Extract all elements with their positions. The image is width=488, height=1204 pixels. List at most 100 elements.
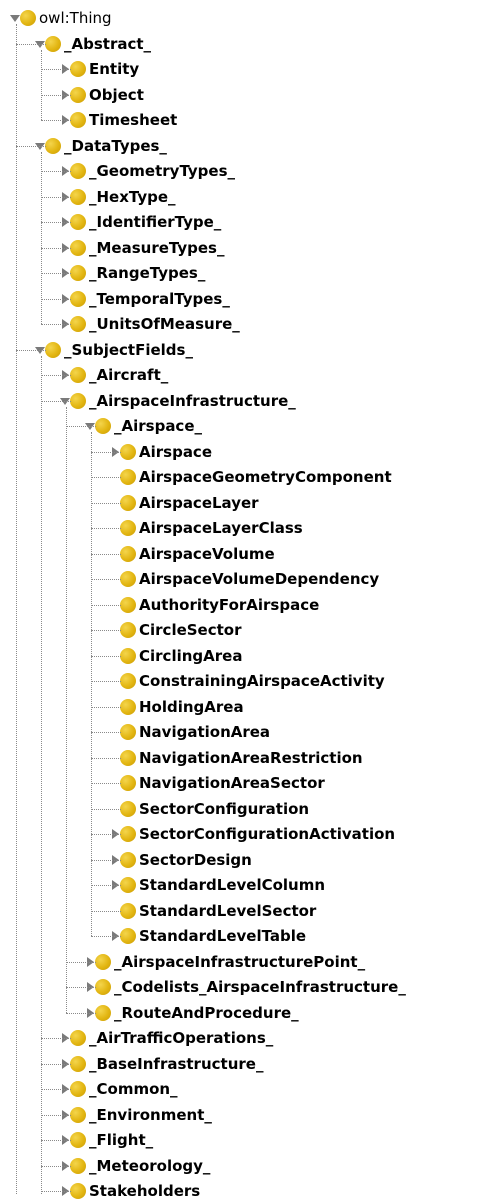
tree-node[interactable]: Timesheet	[0, 108, 488, 133]
tree-node[interactable]: NavigationArea	[0, 720, 488, 745]
tree-node[interactable]: _Common_	[0, 1077, 488, 1102]
tree-node-label[interactable]: SectorConfigurationActivation	[139, 822, 395, 847]
tree-node-label[interactable]: _Abstract_	[64, 32, 151, 57]
tree-node-label[interactable]: SectorConfiguration	[139, 797, 309, 822]
tree-node[interactable]: Object	[0, 83, 488, 108]
tree-node-label[interactable]: CircleSector	[139, 618, 242, 643]
tree-node-label[interactable]: _Aircraft_	[89, 363, 168, 388]
tree-node[interactable]: AirspaceGeometryComponent	[0, 465, 488, 490]
tree-node-label[interactable]: ConstrainingAirspaceActivity	[139, 669, 385, 694]
tree-node[interactable]: _UnitsOfMeasure_	[0, 312, 488, 337]
expand-triangle-down-icon[interactable]	[10, 15, 20, 22]
tree-node-label[interactable]: _TemporalTypes_	[89, 287, 230, 312]
tree-node[interactable]: _Abstract_	[0, 32, 488, 57]
tree-node[interactable]: NavigationAreaSector	[0, 771, 488, 796]
tree-connector	[16, 349, 46, 351]
tree-connector	[91, 502, 121, 504]
tree-node-label[interactable]: HoldingArea	[139, 695, 244, 720]
tree-node[interactable]: owl:Thing	[0, 6, 488, 31]
tree-node-label[interactable]: Entity	[89, 57, 139, 82]
tree-node[interactable]: Stakeholders	[0, 1179, 488, 1204]
tree-node[interactable]: StandardLevelColumn	[0, 873, 488, 898]
tree-node-label[interactable]: CirclingArea	[139, 644, 242, 669]
tree-node[interactable]: AuthorityForAirspace	[0, 593, 488, 618]
tree-node[interactable]: AirspaceVolume	[0, 542, 488, 567]
tree-node[interactable]: ConstrainingAirspaceActivity	[0, 669, 488, 694]
tree-node[interactable]: _AirspaceInfrastructure_	[0, 389, 488, 414]
tree-node[interactable]: _GeometryTypes_	[0, 159, 488, 184]
tree-node-label[interactable]: _BaseInfrastructure_	[89, 1052, 263, 1077]
tree-node-label[interactable]: _AirspaceInfrastructure_	[89, 389, 296, 414]
tree-node[interactable]: AirspaceLayerClass	[0, 516, 488, 541]
tree-node[interactable]: Entity	[0, 57, 488, 82]
tree-node[interactable]: _Environment_	[0, 1103, 488, 1128]
tree-node-label[interactable]: _IdentifierType_	[89, 210, 221, 235]
tree-node[interactable]: _SubjectFields_	[0, 338, 488, 363]
tree-node-label[interactable]: AirspaceGeometryComponent	[139, 465, 392, 490]
class-circle-icon	[70, 392, 86, 409]
tree-connector	[41, 151, 42, 324]
tree-node-label[interactable]: SectorDesign	[139, 848, 252, 873]
tree-node-label[interactable]: owl:Thing	[39, 6, 112, 31]
tree-node[interactable]: CirclingArea	[0, 644, 488, 669]
tree-node-label[interactable]: Timesheet	[89, 108, 177, 133]
tree-node[interactable]: SectorConfiguration	[0, 797, 488, 822]
tree-node[interactable]: Airspace	[0, 440, 488, 465]
tree-node[interactable]: SectorDesign	[0, 848, 488, 873]
tree-node-label[interactable]: _Codelists_AirspaceInfrastructure_	[114, 975, 406, 1000]
tree-node-label[interactable]: AuthorityForAirspace	[139, 593, 319, 618]
tree-node-label[interactable]: _Common_	[89, 1077, 178, 1102]
tree-node[interactable]: SectorConfigurationActivation	[0, 822, 488, 847]
tree-node-label[interactable]: _Meteorology_	[89, 1154, 210, 1179]
tree-node[interactable]: _IdentifierType_	[0, 210, 488, 235]
class-circle-icon	[70, 1081, 86, 1097]
tree-node[interactable]: _AirTrafficOperations_	[0, 1026, 488, 1051]
tree-node-label[interactable]: StandardLevelColumn	[139, 873, 325, 898]
tree-node-label[interactable]: _MeasureTypes_	[89, 236, 224, 261]
tree-node[interactable]: _DataTypes_	[0, 134, 488, 159]
tree-node[interactable]: HoldingArea	[0, 695, 488, 720]
tree-node-label[interactable]: AirspaceLayer	[139, 491, 259, 516]
tree-node-label[interactable]: NavigationArea	[139, 720, 270, 745]
tree-node-label[interactable]: _Environment_	[89, 1103, 212, 1128]
tree-node-label[interactable]: _Airspace_	[114, 414, 202, 439]
tree-node-label[interactable]: AirspaceVolumeDependency	[139, 567, 379, 592]
tree-node-label[interactable]: _SubjectFields_	[64, 338, 193, 363]
tree-node[interactable]: StandardLevelSector	[0, 899, 488, 924]
tree-node-label[interactable]: Airspace	[139, 440, 212, 465]
tree-node-label[interactable]: _Flight_	[89, 1128, 153, 1153]
tree-node-label[interactable]: _HexType_	[89, 185, 176, 210]
tree-node-label[interactable]: Object	[89, 83, 144, 108]
tree-node[interactable]: _MeasureTypes_	[0, 236, 488, 261]
tree-node[interactable]: _Flight_	[0, 1128, 488, 1153]
tree-node-label[interactable]: StandardLevelTable	[139, 924, 306, 949]
tree-node-label[interactable]: _GeometryTypes_	[89, 159, 235, 184]
tree-node[interactable]: _HexType_	[0, 185, 488, 210]
tree-node-label[interactable]: NavigationAreaRestriction	[139, 746, 363, 771]
tree-node-label[interactable]: _AirTrafficOperations_	[89, 1026, 273, 1051]
tree-node[interactable]: _BaseInfrastructure_	[0, 1052, 488, 1077]
tree-node-label[interactable]: _DataTypes_	[64, 134, 167, 159]
tree-node-label[interactable]: StandardLevelSector	[139, 899, 316, 924]
tree-node-label[interactable]: AirspaceLayerClass	[139, 516, 303, 541]
tree-node[interactable]: NavigationAreaRestriction	[0, 746, 488, 771]
class-circle-icon	[120, 494, 136, 511]
tree-node-label[interactable]: _RouteAndProcedure_	[114, 1001, 299, 1026]
tree-node[interactable]: StandardLevelTable	[0, 924, 488, 949]
tree-node-label[interactable]: NavigationAreaSector	[139, 771, 325, 796]
tree-node-label[interactable]: _RangeTypes_	[89, 261, 205, 286]
tree-node-label[interactable]: _UnitsOfMeasure_	[89, 312, 240, 337]
tree-node-label[interactable]: _AirspaceInfrastructurePoint_	[114, 950, 365, 975]
tree-node[interactable]: CircleSector	[0, 618, 488, 643]
tree-node[interactable]: AirspaceLayer	[0, 491, 488, 516]
tree-node-label[interactable]: AirspaceVolume	[139, 542, 275, 567]
tree-connector	[91, 757, 121, 759]
tree-node[interactable]: _RangeTypes_	[0, 261, 488, 286]
tree-node[interactable]: _Meteorology_	[0, 1154, 488, 1179]
tree-node[interactable]: _Aircraft_	[0, 363, 488, 388]
tree-node[interactable]: AirspaceVolumeDependency	[0, 567, 488, 592]
tree-node[interactable]: _TemporalTypes_	[0, 287, 488, 312]
tree-node-label[interactable]: Stakeholders	[89, 1179, 200, 1204]
class-circle-icon	[70, 290, 86, 307]
tree-connector	[66, 1012, 96, 1014]
